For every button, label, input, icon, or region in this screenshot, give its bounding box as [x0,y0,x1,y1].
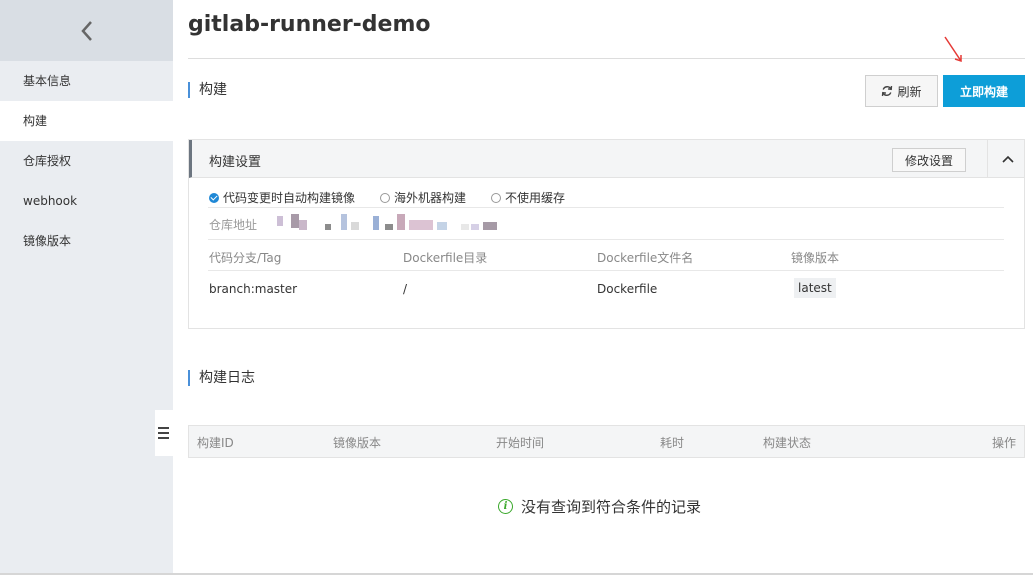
menu-collapse-icon [158,427,169,439]
radio-icon [491,192,501,203]
repo-address-label: 仓库地址 [209,218,258,232]
panel-collapse-button[interactable] [987,140,1028,178]
build-log-heading: 构建日志 [188,370,255,386]
column-header-dockerfile-name: Dockerfile文件名 [597,251,694,265]
option-auto-build[interactable]: 代码变更时自动构建镜像 [209,189,355,206]
sidebar-item-image-versions[interactable]: 镜像版本 [0,221,173,261]
title-divider [188,58,1025,59]
cell-branch: branch:master [209,282,298,296]
option-label: 海外机器构建 [394,191,467,205]
log-column-duration: 耗时 [660,436,685,450]
column-header-dockerfile-dir: Dockerfile目录 [403,251,488,265]
log-column-actions: 操作 [992,436,1017,450]
build-settings-title: 构建设置 [209,155,262,170]
log-column-start-time: 开始时间 [496,436,545,450]
log-column-build-id: 构建ID [197,436,234,450]
option-label: 代码变更时自动构建镜像 [223,191,356,205]
build-log-table-header: 构建ID 镜像版本 开始时间 耗时 构建状态 操作 [188,425,1025,458]
image-version-tag: latest [794,278,836,298]
option-no-cache[interactable]: 不使用缓存 [491,189,565,206]
cell-dockerfile-name: Dockerfile [597,282,658,296]
page-title: gitlab-runner-demo [188,12,431,37]
log-column-status: 构建状态 [763,436,812,450]
build-settings-header: 构建设置 修改设置 [189,140,1024,178]
chevron-left-icon [80,20,92,41]
sidebar-item-basic-info[interactable]: 基本信息 [0,61,173,101]
back-button[interactable] [0,0,173,61]
divider [208,207,1004,208]
empty-state-text: 没有查询到符合条件的记录 [521,498,702,516]
cell-dockerfile-dir: / [403,282,408,296]
build-now-button[interactable]: 立即构建 [943,75,1025,107]
sidebar-collapse-toggle[interactable] [155,410,173,456]
annotation-arrow [944,36,962,63]
sidebar: 基本信息 构建 仓库授权 webhook 镜像版本 [0,0,173,575]
build-settings-panel: 构建设置 修改设置 代码变更时自动构建镜像 海外机器构建 不使用缓存 仓库地址 [188,139,1025,329]
empty-state-message: i 没有查询到符合条件的记录 [498,496,701,517]
refresh-button-label: 刷新 [897,84,922,99]
sidebar-item-repo-auth[interactable]: 仓库授权 [0,141,173,181]
sidebar-item-build[interactable]: 构建 [0,101,173,141]
build-section-heading: 构建 [188,82,227,98]
radio-icon [380,192,390,203]
divider [208,270,1004,271]
divider [208,239,1004,240]
refresh-icon [882,85,893,97]
refresh-button[interactable]: 刷新 [865,75,938,107]
sidebar-item-webhook[interactable]: webhook [0,181,173,221]
log-column-image-version: 镜像版本 [333,436,382,450]
option-overseas-build[interactable]: 海外机器构建 [380,189,466,206]
info-icon: i [498,499,513,514]
checked-radio-icon [209,192,219,203]
column-header-image-version: 镜像版本 [791,251,840,265]
option-label: 不使用缓存 [505,191,566,205]
column-header-branch: 代码分支/Tag [209,251,282,265]
repo-address-redacted [277,214,509,232]
modify-settings-button[interactable]: 修改设置 [892,148,966,172]
chevron-up-icon [1002,155,1014,163]
